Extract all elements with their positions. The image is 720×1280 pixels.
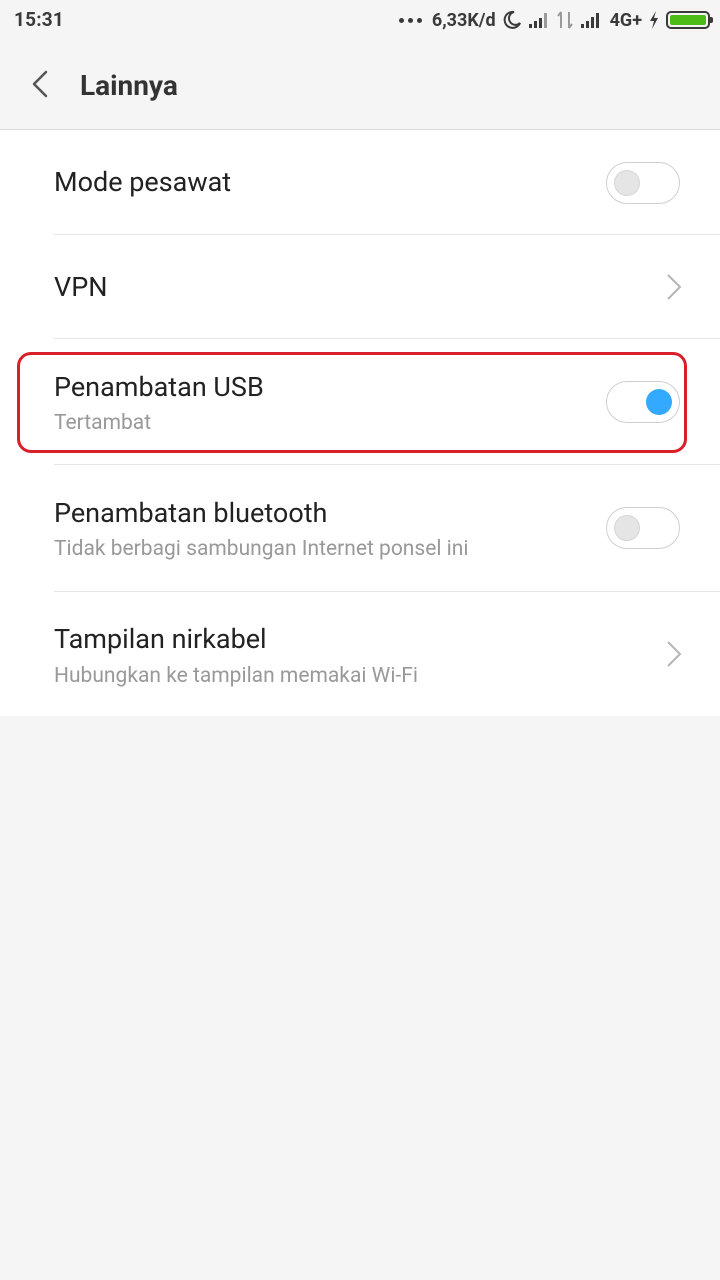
row-title: Tampilan nirkabel xyxy=(54,623,267,655)
row-title: Mode pesawat xyxy=(54,166,232,198)
chevron-right-icon xyxy=(667,641,682,667)
row-title: VPN xyxy=(54,271,108,303)
signal-icon xyxy=(580,13,599,28)
wireless-display-row[interactable]: Tampilan nirkabel Hubungkan ke tampilan … xyxy=(54,592,720,716)
airplane-mode-toggle[interactable] xyxy=(606,162,680,204)
row-subtitle: Tertambat xyxy=(54,411,152,435)
toggle-knob xyxy=(646,389,672,415)
network-speed: 6,33K/d xyxy=(431,9,496,31)
row-title: Penambatan bluetooth xyxy=(54,497,328,529)
airplane-mode-row[interactable]: Mode pesawat xyxy=(54,130,720,235)
back-chevron-icon xyxy=(32,70,48,98)
moon-icon xyxy=(503,10,521,29)
status-icons: 6,33K/d 4G+ xyxy=(398,6,713,34)
signal-icon xyxy=(528,13,547,28)
toggle-knob xyxy=(614,170,640,196)
status-time: 15:31 xyxy=(14,8,64,31)
usb-tethering-toggle[interactable] xyxy=(606,381,680,423)
row-title: Penambatan USB xyxy=(54,371,264,403)
row-subtitle: Hubungkan ke tampilan memakai Wi-Fi xyxy=(54,664,418,688)
toggle-knob xyxy=(614,515,640,541)
vpn-row[interactable]: VPN xyxy=(54,235,720,339)
charging-bolt-icon xyxy=(650,11,658,29)
bluetooth-tethering-row[interactable]: Penambatan bluetooth Tidak berbagi sambu… xyxy=(54,465,720,592)
bluetooth-tethering-toggle[interactable] xyxy=(606,507,680,549)
chevron-right-icon xyxy=(667,274,682,300)
usb-tethering-row[interactable]: Penambatan USB Tertambat xyxy=(54,339,720,465)
row-subtitle: Tidak berbagi sambungan Internet ponsel … xyxy=(54,537,469,561)
network-type: 4G+ xyxy=(609,9,642,31)
back-button[interactable] xyxy=(22,64,62,104)
page-title: Lainnya xyxy=(80,69,178,102)
status-bar: 15:31 6,33K/d 4G+ xyxy=(0,0,720,40)
battery-icon xyxy=(666,11,713,29)
header: Lainnya xyxy=(0,40,720,130)
data-arrows-icon xyxy=(556,11,573,29)
settings-list: Mode pesawat VPN Penambatan USB Tertamba… xyxy=(0,130,720,716)
more-notifications-icon xyxy=(398,17,422,23)
